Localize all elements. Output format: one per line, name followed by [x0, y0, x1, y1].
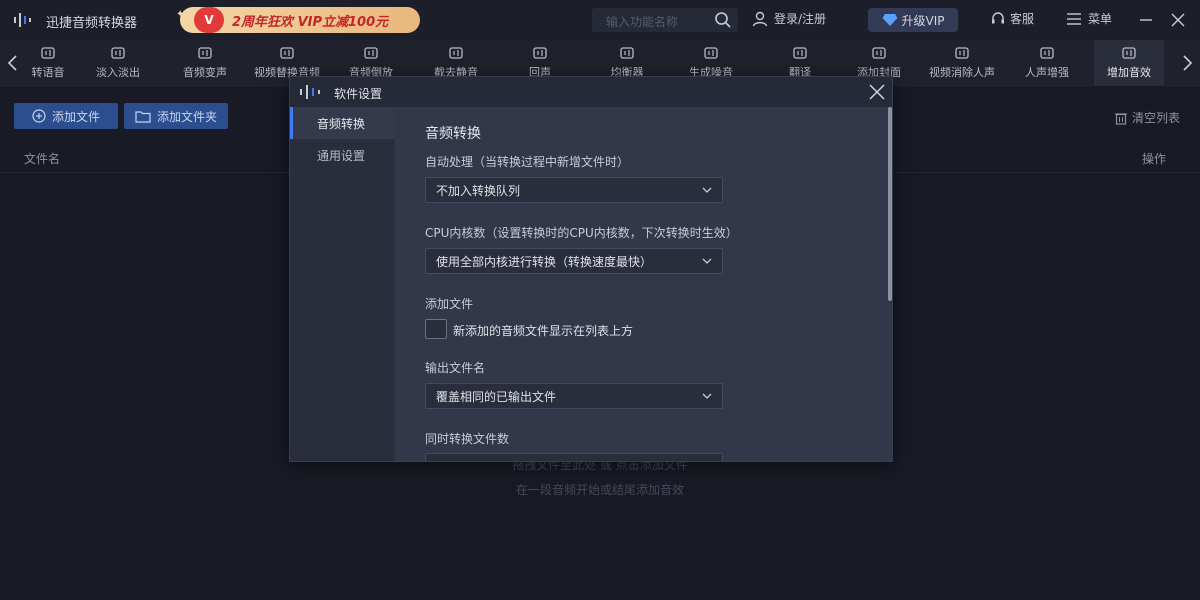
folder-icon: [135, 110, 151, 123]
minimize-icon[interactable]: [1136, 10, 1156, 30]
tool-label: 增加音效: [1107, 66, 1151, 79]
promo-text: 2周年狂欢 VIP立减100元: [232, 14, 389, 30]
cover-icon: [872, 47, 886, 59]
login-label: 登录/注册: [774, 12, 827, 26]
customer-service-button[interactable]: 客服: [990, 10, 1034, 27]
dialog-header: 软件设置: [290, 77, 892, 107]
video-replace-icon: [280, 47, 294, 59]
chevron-down-icon: [702, 393, 712, 399]
trash-icon: [1115, 112, 1127, 125]
nav-item-audio-convert[interactable]: 音频转换: [290, 107, 395, 139]
section-title: 音频转换: [425, 126, 481, 142]
reverse-icon: [364, 47, 378, 59]
search-icon[interactable]: [714, 11, 732, 29]
tool-label: 人声增强: [1025, 66, 1069, 79]
output-name-label: 输出文件名: [425, 361, 486, 375]
mute-cut-icon: [449, 47, 463, 59]
tool-voice-change[interactable]: 音频变声: [170, 40, 240, 86]
app-logo-icon: [300, 85, 320, 99]
vocal-remove-icon: [955, 47, 969, 59]
auto-process-value: 不加入转换队列: [436, 183, 521, 198]
promo-banner[interactable]: ✦ V 2周年狂欢 VIP立减100元: [176, 7, 420, 33]
noise-icon: [704, 47, 718, 59]
tool-text-to-speech[interactable]: 转语音: [22, 40, 74, 86]
output-name-value: 覆盖相同的已输出文件: [436, 389, 557, 404]
hamburger-icon: [1067, 12, 1081, 25]
service-label: 客服: [1010, 12, 1035, 26]
equalizer-icon: [620, 47, 634, 59]
scrollbar[interactable]: [888, 107, 892, 301]
cpu-cores-value: 使用全部内核进行转换（转换速度最快）: [436, 254, 653, 269]
echo-icon: [533, 47, 547, 59]
close-icon[interactable]: [1168, 10, 1188, 30]
clear-list-label: 清空列表: [1132, 111, 1181, 125]
login-button[interactable]: 登录/注册: [752, 10, 826, 27]
nav-item-label: 音频转换: [317, 116, 366, 131]
nav-item-label: 通用设置: [317, 148, 366, 163]
column-header-filename: 文件名: [24, 152, 61, 166]
text-to-speech-icon: [41, 47, 55, 59]
add-file-button[interactable]: 添加文件: [14, 103, 118, 129]
output-name-select[interactable]: 覆盖相同的已输出文件: [425, 383, 723, 409]
app-logo-icon: [14, 13, 31, 27]
vocal-enhance-icon: [1040, 47, 1054, 59]
menu-button[interactable]: 菜单: [1066, 10, 1112, 27]
concurrent-files-select[interactable]: [425, 453, 723, 461]
dialog-title: 软件设置: [334, 87, 383, 101]
drop-hint-sub: 在一段音频开始或结尾添加音效: [515, 483, 684, 497]
clear-list-button[interactable]: 清空列表: [1114, 109, 1180, 126]
cpu-cores-label: CPU内核数（设置转换时的CPU内核数，下次转换时生效）: [425, 226, 738, 240]
tool-sound-effect[interactable]: 增加音效: [1094, 40, 1164, 86]
auto-process-label: 自动处理（当转换过程中新增文件时）: [425, 155, 630, 169]
plus-circle-icon: [32, 109, 46, 123]
add-on-top-label[interactable]: 新添加的音频文件显示在列表上方: [453, 322, 633, 339]
translate-icon: [793, 47, 807, 59]
add-file-setting-label: 添加文件: [425, 297, 474, 311]
diamond-icon: [882, 14, 897, 26]
tool-vocal-remove[interactable]: 视频消除人声: [918, 40, 1006, 86]
vip-label: 升级VIP: [901, 13, 945, 28]
add-file-label: 添加文件: [51, 109, 100, 124]
add-on-top-checkbox[interactable]: [425, 319, 447, 339]
chevron-right-icon[interactable]: [1180, 54, 1194, 72]
cpu-cores-select[interactable]: 使用全部内核进行转换（转换速度最快）: [425, 248, 723, 274]
add-folder-label: 添加文件夹: [156, 109, 217, 124]
headset-icon: [992, 11, 1004, 23]
concurrent-files-label: 同时转换文件数: [425, 432, 510, 446]
search-input[interactable]: 输入功能名称: [606, 13, 678, 30]
settings-dialog: 软件设置 音频转换 通用设置 音频转换 自动处理（当转换过程中新增文件时） 不加…: [289, 76, 893, 462]
nav-item-general[interactable]: 通用设置: [290, 139, 395, 171]
promo-badge: V: [194, 7, 224, 33]
tool-label: 视频消除人声: [929, 66, 995, 79]
menu-label: 菜单: [1088, 12, 1113, 26]
user-icon: [752, 11, 768, 26]
tool-vocal-enhance[interactable]: 人声增强: [1014, 40, 1080, 86]
fade-icon: [111, 47, 125, 59]
sound-effect-icon: [1122, 47, 1136, 59]
tool-label: 转语音: [31, 66, 65, 79]
voice-change-icon: [198, 47, 212, 59]
tool-label: 淡入淡出: [96, 66, 140, 79]
upgrade-vip-button[interactable]: 升级VIP: [868, 8, 958, 32]
app-title: 迅捷音频转换器: [46, 16, 138, 31]
auto-process-select[interactable]: 不加入转换队列: [425, 177, 723, 203]
close-icon[interactable]: [868, 83, 886, 101]
tool-label: 音频变声: [183, 66, 227, 79]
settings-body: 音频转换 自动处理（当转换过程中新增文件时） 不加入转换队列 CPU内核数（设置…: [395, 107, 892, 461]
title-bar: 迅捷音频转换器 ✦ V 2周年狂欢 VIP立减100元 输入功能名称 登录/注册…: [0, 0, 1200, 40]
chevron-down-icon: [702, 258, 712, 264]
search-box[interactable]: 输入功能名称: [592, 8, 738, 32]
chevron-down-icon: [702, 187, 712, 193]
tool-fade[interactable]: 淡入淡出: [86, 40, 150, 86]
sparkle-icon: ✦: [176, 9, 185, 20]
chevron-left-icon[interactable]: [6, 54, 20, 72]
column-header-operation: 操作: [1142, 152, 1167, 166]
add-folder-button[interactable]: 添加文件夹: [124, 103, 228, 129]
settings-nav: 音频转换 通用设置: [290, 107, 395, 461]
